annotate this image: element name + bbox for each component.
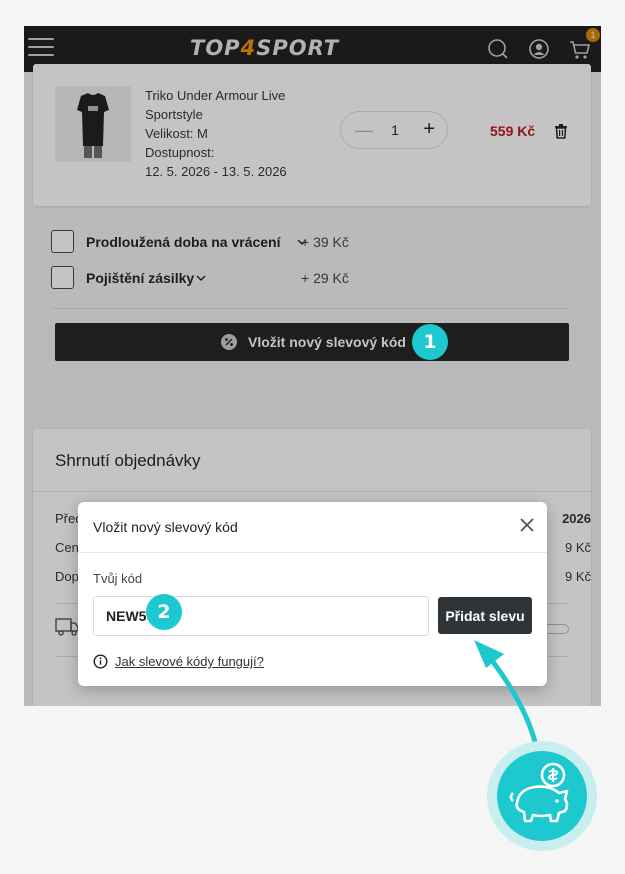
- discount-code-input[interactable]: [93, 596, 429, 636]
- step-badge-2: 2: [146, 594, 182, 630]
- code-field-label: Tvůj kód: [93, 571, 143, 586]
- dialog-title: Vložit nový slevový kód: [93, 519, 238, 535]
- savings-badge: [497, 751, 587, 841]
- dialog-header-divider: [78, 552, 547, 553]
- close-icon[interactable]: [518, 516, 536, 534]
- piggy-bank-icon: [509, 762, 569, 823]
- step-badge-1: 1: [412, 324, 448, 360]
- info-icon: [93, 654, 108, 669]
- how-discount-codes-work-link[interactable]: Jak slevové kódy fungují?: [115, 654, 264, 669]
